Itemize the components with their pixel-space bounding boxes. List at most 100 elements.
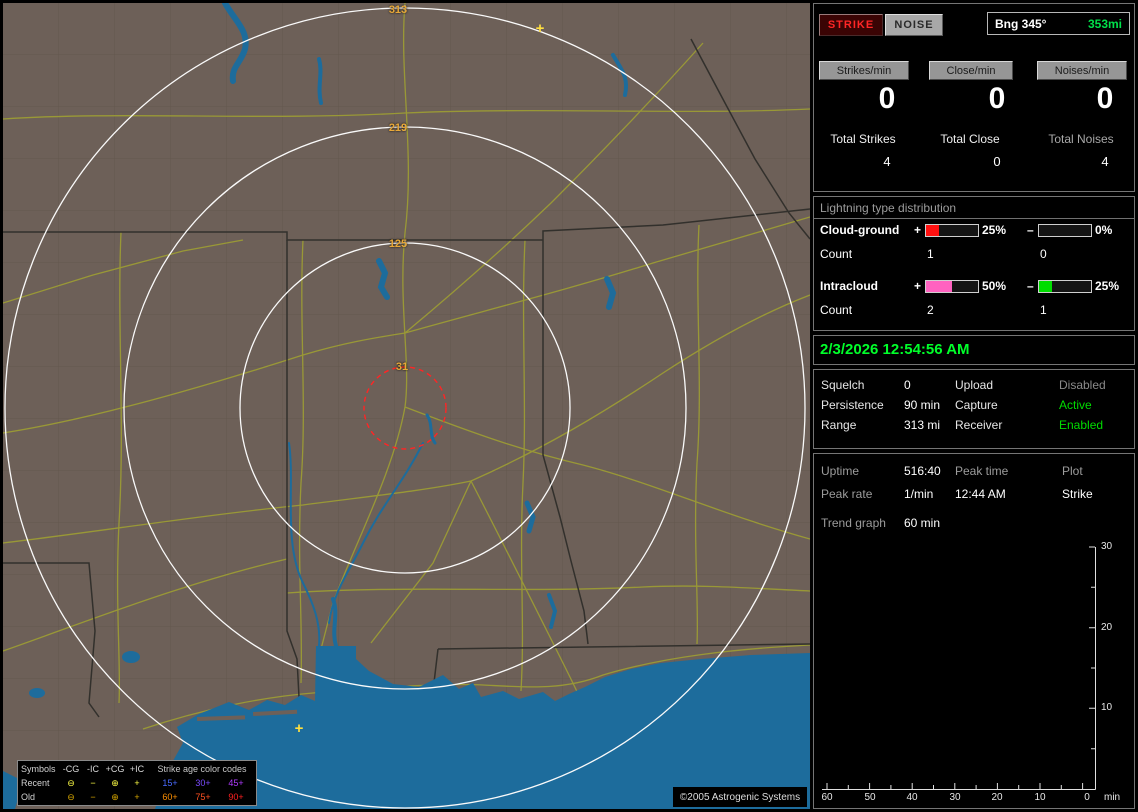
datetime-section: 2/3/2026 12:54:56 AM [813, 335, 1135, 365]
noises-per-min-chip[interactable]: Noises/min [1037, 61, 1127, 80]
datetime-display: 2/3/2026 12:54:56 AM [820, 341, 970, 358]
ic-plus-bar-fill [926, 281, 952, 292]
total-close-value: 0 [993, 154, 1001, 169]
strikes-per-min-chip[interactable]: Strikes/min [819, 61, 909, 80]
cg-plus-bar-fill [926, 225, 939, 236]
count-label: Count [820, 247, 853, 261]
x-tick-10: 10 [1034, 792, 1046, 803]
trend-section: Uptime 516:40 Peak time Plot Peak rate 1… [813, 453, 1135, 809]
uptime-label: Uptime [821, 464, 860, 478]
divider [814, 218, 1134, 219]
legend-type-pic: +IC [129, 764, 145, 774]
legend-recent-label: Recent [21, 778, 50, 788]
total-strikes-value: 4 [883, 154, 891, 169]
squelch-label: Squelch [821, 378, 865, 392]
legend-recent-row: Recent ⊖ − ⊕ + 15+ 30+ 45+ [18, 777, 256, 790]
strike-marker: + [294, 720, 304, 737]
plus-sign: + [914, 223, 922, 237]
ic-minus-count: 1 [1040, 303, 1047, 317]
distribution-title: Lightning type distribution [820, 201, 957, 215]
count-label: Count [820, 303, 853, 317]
ring-label-219: 219 [388, 122, 408, 134]
symbol-pos-cg-icon: ⊕ [111, 778, 119, 788]
lightning-map[interactable]: 313 219 125 31 + + Symbols -CG -IC +CG +… [2, 0, 811, 810]
x-tick-30: 30 [949, 792, 961, 803]
ic-minus-bar [1038, 280, 1092, 293]
noise-plot-button[interactable]: NOISE [885, 14, 943, 36]
cg-minus-count: 0 [1040, 247, 1047, 261]
strike-marker: + [535, 20, 545, 37]
age-75: 75+ [195, 792, 211, 802]
y-tick-20: 20 [1101, 622, 1113, 633]
receiver-status: Enabled [1059, 418, 1104, 432]
cg-plus-count: 1 [927, 247, 934, 261]
peak-rate-value: 1/min [904, 487, 934, 501]
squelch-value: 0 [904, 378, 911, 392]
symbol-neg-cg-icon: ⊖ [67, 778, 75, 788]
ring-label-125: 125 [388, 238, 408, 250]
nexstorm-window: 313 219 125 31 + + Symbols -CG -IC +CG +… [0, 0, 1138, 812]
total-strikes-label: Total Strikes [830, 132, 896, 146]
cg-plus-bar [925, 224, 979, 237]
status-section: Squelch 0 Upload Disabled Persistence 90… [813, 369, 1135, 449]
close-per-min-chip[interactable]: Close/min [929, 61, 1013, 80]
age-30: 30+ [195, 778, 211, 788]
range-label: Range [821, 418, 857, 432]
upload-status: Disabled [1059, 378, 1106, 392]
minus-sign: – [1027, 279, 1034, 293]
trend-graph-window: 60 min [904, 516, 941, 530]
ring-label-31: 31 [395, 361, 409, 373]
symbol-neg-ic-icon: − [90, 792, 96, 802]
plus-sign: + [914, 279, 922, 293]
plot-value: Strike [1062, 487, 1093, 501]
upload-label: Upload [955, 378, 994, 392]
bearing-label: Bng 345° [995, 16, 1047, 31]
ic-minus-bar-fill [1039, 281, 1052, 292]
persistence-label: Persistence [821, 398, 884, 412]
age-45: 45+ [228, 778, 244, 788]
strike-plot-button[interactable]: STRIKE [819, 14, 883, 36]
strike-stats-section: STRIKE NOISE Bng 345° 353mi Strikes/min … [813, 3, 1135, 192]
age-15: 15+ [162, 778, 178, 788]
trend-graph-plot [822, 546, 1096, 790]
cg-minus-pct: 0% [1095, 223, 1113, 237]
legend-age-header: Strike age color codes [157, 764, 247, 774]
distribution-section: Lightning type distribution Cloud-ground… [813, 196, 1135, 331]
age-60: 60+ [162, 792, 178, 802]
map-legend: Symbols -CG -IC +CG +IC Strike age color… [17, 760, 257, 806]
range-value: 313 mi [904, 418, 941, 432]
x-tick-20: 20 [991, 792, 1003, 803]
total-noises-value: 4 [1101, 154, 1109, 169]
cg-plus-pct: 25% [982, 223, 1007, 237]
trend-graph-label: Trend graph [821, 516, 886, 530]
x-tick-0: 0 [1084, 792, 1090, 803]
ic-plus-count: 2 [927, 303, 934, 317]
ic-plus-bar [925, 280, 979, 293]
symbol-neg-cg-icon: ⊖ [67, 792, 75, 802]
receiver-label: Receiver [955, 418, 1003, 432]
legend-old-row: Old ⊖ − ⊕ + 60+ 75+ 90+ [18, 791, 256, 804]
strikes-per-min-value: 0 [878, 82, 896, 115]
ring-label-313: 313 [388, 4, 408, 16]
y-tick-30: 30 [1101, 541, 1113, 552]
legend-old-symbols: ⊖ − ⊕ + [60, 791, 148, 804]
symbol-pos-cg-icon: ⊕ [111, 792, 119, 802]
persistence-value: 90 min [904, 398, 941, 412]
symbol-pos-ic-icon: + [134, 778, 140, 788]
ic-minus-pct: 25% [1095, 279, 1120, 293]
legend-type-ncg: -CG [62, 764, 80, 774]
close-per-min-value: 0 [988, 82, 1006, 115]
peak-rate-label: Peak rate [821, 487, 873, 501]
plot-label: Plot [1062, 464, 1083, 478]
symbol-pos-ic-icon: + [134, 792, 140, 802]
copyright-text: ©2005 Astrogenic Systems [673, 787, 807, 807]
x-tick-40: 40 [906, 792, 918, 803]
uptime-value: 516:40 [904, 464, 941, 478]
legend-symbols-header: Symbols [21, 764, 56, 774]
x-tick-50: 50 [864, 792, 876, 803]
bearing-readout: Bng 345° 353mi [987, 12, 1130, 35]
intracloud-label: Intracloud [820, 279, 879, 293]
x-tick-60: 60 [821, 792, 833, 803]
legend-header-row: Symbols -CG -IC +CG +IC Strike age color… [18, 763, 256, 776]
bearing-distance: 353mi [1087, 16, 1122, 31]
